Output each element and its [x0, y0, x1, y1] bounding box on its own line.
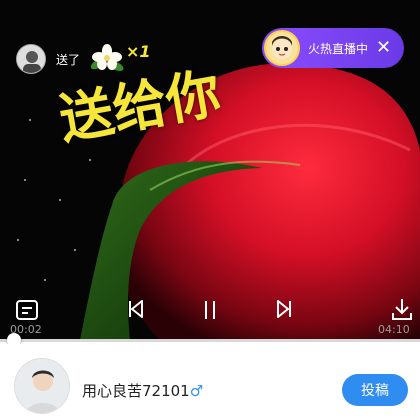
live-badge-label: 火热直播中 [308, 41, 369, 56]
streamer-avatar-icon [264, 30, 300, 66]
video-player[interactable]: 送给你 送了 ×1 火热直播中 ✕ 00:02 04:10 [0, 0, 420, 340]
subtitle-icon[interactable] [16, 300, 38, 320]
post-button[interactable]: 投稿 [342, 374, 408, 406]
pause-icon[interactable] [202, 300, 218, 320]
jasmine-flower-icon [90, 44, 124, 71]
total-time: 04:10 [378, 323, 410, 336]
skip-next-icon[interactable] [276, 300, 292, 318]
male-gender-icon: ♂ [189, 382, 204, 400]
close-icon[interactable]: ✕ [376, 39, 391, 57]
gift-count: ×1 [126, 41, 151, 61]
skip-previous-icon[interactable] [128, 300, 144, 318]
download-icon[interactable] [392, 298, 412, 320]
gift-action-text: 送了 [56, 52, 81, 67]
user-avatar-icon[interactable] [16, 44, 46, 74]
author-bar: 用心良苦72101♂ 投稿 [0, 344, 420, 420]
author-name: 用心良苦72101♂ [82, 380, 203, 401]
live-badge[interactable]: 火热直播中 ✕ [262, 28, 404, 68]
gift-notice: 送了 ×1 [16, 42, 151, 76]
author-avatar-icon[interactable] [14, 358, 70, 414]
progress-bar[interactable] [0, 339, 420, 342]
author-name-text: 用心良苦72101 [82, 382, 190, 400]
